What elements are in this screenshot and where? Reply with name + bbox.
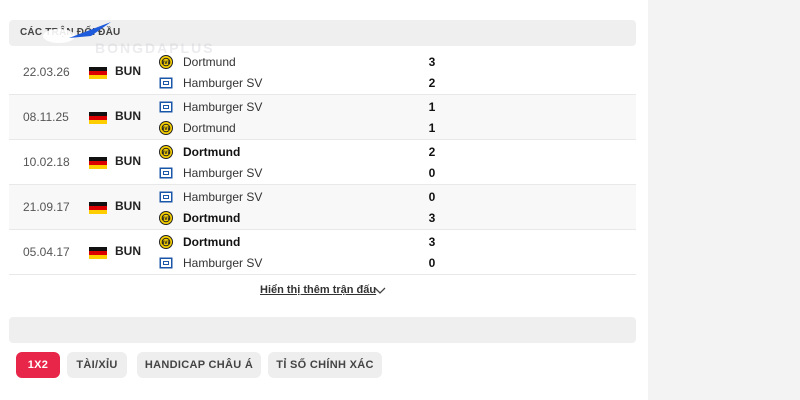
germany-flag-icon (89, 67, 107, 79)
match-row[interactable]: 08.11.25 BUN Hamburger SV 1 BVB Dortmund 1 (9, 95, 636, 140)
match-date: 10.02.18 (23, 155, 70, 169)
match-date: 05.04.17 (23, 245, 70, 259)
hamburger-sv-crest-icon (159, 256, 173, 270)
match-date: 21.09.17 (23, 200, 70, 214)
league-code: BUN (115, 109, 141, 123)
hamburger-sv-crest-icon (159, 100, 173, 114)
germany-flag-icon (89, 157, 107, 169)
home-team-name: Hamburger SV (183, 100, 263, 114)
home-score: 1 (428, 100, 436, 114)
svg-text:BVB: BVB (161, 126, 170, 131)
svg-text:BVB: BVB (161, 60, 170, 65)
tab-tai-xiu[interactable]: TÀI/XỈU (67, 352, 127, 378)
dortmund-crest-icon: BVB (159, 235, 173, 249)
away-team-name: Dortmund (183, 121, 236, 135)
away-team-name: Dortmund (183, 211, 241, 225)
match-date: 22.03.26 (23, 65, 70, 79)
dortmund-crest-icon: BVB (159, 55, 173, 69)
home-team: Hamburger SV 1 (159, 97, 619, 117)
hamburger-sv-crest-icon (159, 190, 173, 204)
match-row[interactable]: 22.03.26 BUN BVB Dortmund 3 Hamburger SV 2 (9, 50, 636, 95)
away-score: 0 (428, 166, 436, 180)
home-team: BVB Dortmund 3 (159, 52, 619, 72)
home-team-name: Dortmund (183, 145, 241, 159)
odds-section-header (9, 317, 636, 343)
dortmund-crest-icon: BVB (159, 121, 173, 135)
svg-text:BVB: BVB (161, 240, 170, 245)
away-team: Hamburger SV 0 (159, 253, 619, 273)
show-more-link[interactable]: Hiển thị thêm trận đấu (260, 284, 376, 296)
away-team: Hamburger SV 0 (159, 163, 619, 183)
home-team-name: Dortmund (183, 235, 241, 249)
league-code: BUN (115, 244, 141, 258)
away-team-name: Hamburger SV (183, 166, 263, 180)
home-team: Hamburger SV 0 (159, 187, 619, 207)
hamburger-sv-crest-icon (159, 166, 173, 180)
chevron-down-icon[interactable] (374, 286, 386, 296)
head-to-head-panel: CÁC TRẬN ĐỐI ĐẦU BONGDAPLUS 22.03.26BUNB… (0, 0, 648, 400)
home-team: BVB Dortmund 2 (159, 142, 619, 162)
dortmund-crest-icon: BVB (159, 211, 173, 225)
tab-handicap[interactable]: HANDICAP CHÂU Á (137, 352, 261, 378)
dortmund-crest-icon: BVB (159, 145, 173, 159)
match-date: 08.11.25 (23, 110, 69, 124)
home-score: 2 (428, 145, 436, 159)
away-score: 3 (428, 211, 436, 225)
away-score: 0 (428, 256, 436, 270)
away-score: 2 (428, 76, 436, 90)
league-code: BUN (115, 154, 141, 168)
home-score: 0 (428, 190, 436, 204)
home-score: 3 (428, 55, 436, 69)
away-team-name: Hamburger SV (183, 256, 263, 270)
germany-flag-icon (89, 112, 107, 124)
match-row[interactable]: 21.09.17 BUN Hamburger SV 0 BVB Dortmund 3 (9, 185, 636, 230)
away-team-name: Hamburger SV (183, 76, 263, 90)
league-code: BUN (115, 199, 141, 213)
svg-text:BVB: BVB (161, 150, 170, 155)
germany-flag-icon (89, 202, 107, 214)
away-team: Hamburger SV 2 (159, 73, 619, 93)
match-row[interactable]: 05.04.17 BUN BVB Dortmund 3 Hamburger SV 0 (9, 230, 636, 275)
hamburger-sv-crest-icon (159, 76, 173, 90)
tab-exact-score[interactable]: TỈ SỐ CHÍNH XÁC (268, 352, 382, 378)
league-code: BUN (115, 64, 141, 78)
tab-1x2[interactable]: 1X2 (16, 352, 60, 378)
away-team: BVB Dortmund 3 (159, 208, 619, 228)
germany-flag-icon (89, 247, 107, 259)
match-row[interactable]: 10.02.18 BUN BVB Dortmund 2 Hamburger SV 0 (9, 140, 636, 185)
away-team: BVB Dortmund 1 (159, 118, 619, 138)
home-score: 3 (428, 235, 436, 249)
away-score: 1 (428, 121, 436, 135)
home-team: BVB Dortmund 3 (159, 232, 619, 252)
home-team-name: Hamburger SV (183, 190, 263, 204)
home-team-name: Dortmund (183, 55, 236, 69)
svg-text:BVB: BVB (161, 216, 170, 221)
